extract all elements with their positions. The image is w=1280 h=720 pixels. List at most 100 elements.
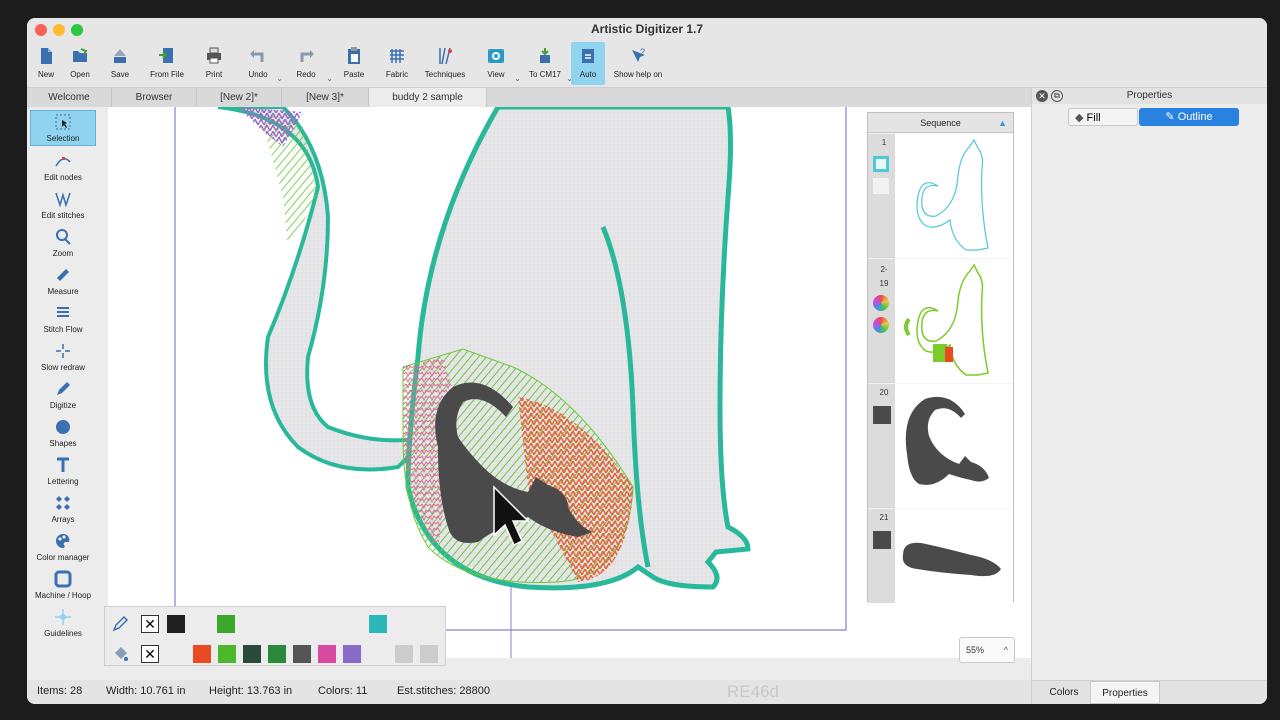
- new-file-icon: [41, 48, 52, 64]
- edit-stitches-tool[interactable]: Edit stitches: [30, 186, 96, 222]
- sequence-header: Sequence ▲: [868, 113, 1013, 133]
- undo-button[interactable]: Undo ⌄: [235, 42, 283, 85]
- zoom-tool[interactable]: Zoom: [30, 224, 96, 260]
- sequence-thumbnail-color: [904, 263, 989, 376]
- zoom-window-button[interactable]: [71, 24, 83, 36]
- paste-icon: [348, 47, 360, 64]
- watermark-text: RE46d: [727, 682, 779, 701]
- color-chip[interactable]: [873, 178, 889, 194]
- svg-text:?: ?: [640, 47, 645, 57]
- fill-color-swatch[interactable]: [318, 645, 336, 663]
- tab-welcome[interactable]: Welcome: [27, 88, 112, 107]
- color-chip[interactable]: [873, 406, 891, 424]
- close-window-button[interactable]: [35, 24, 47, 36]
- slow-redraw-tool[interactable]: Slow redraw: [30, 338, 96, 374]
- slow-redraw-icon: [56, 344, 70, 358]
- fabric-icon: [390, 49, 404, 63]
- color-manager-tool[interactable]: Color manager: [30, 528, 96, 564]
- collapse-triangle-icon[interactable]: ▲: [998, 113, 1007, 133]
- tab-properties[interactable]: Properties: [1090, 681, 1160, 704]
- new-button[interactable]: New: [31, 42, 61, 85]
- app-window: Artistic Digitizer 1.7 New Open Save Fro…: [27, 18, 1267, 704]
- edit-nodes-tool[interactable]: Edit nodes: [30, 148, 96, 184]
- techniques-button[interactable]: Techniques: [417, 42, 473, 85]
- sequence-item[interactable]: 1: [868, 134, 1013, 258]
- redo-button[interactable]: Redo ⌄: [281, 42, 333, 85]
- machine-hoop-tool[interactable]: Machine / Hoop: [30, 566, 96, 602]
- selection-icon: [55, 114, 71, 130]
- tab-buddy-2-sample[interactable]: buddy 2 sample: [369, 88, 487, 107]
- tab-new-3[interactable]: [New 3]*: [282, 88, 369, 107]
- shapes-tool[interactable]: Shapes: [30, 414, 96, 450]
- zoom-level-control[interactable]: 55% ^: [959, 637, 1015, 663]
- view-eye-icon: [488, 49, 504, 63]
- main-toolbar: New Open Save From File Print Undo ⌄ Red…: [27, 42, 1267, 88]
- edit-nodes-icon: [55, 157, 71, 167]
- paste-button[interactable]: Paste: [331, 42, 377, 85]
- stitch-flow-tool[interactable]: Stitch Flow: [30, 300, 96, 336]
- from-file-icon: [159, 48, 173, 63]
- detach-panel-icon[interactable]: ⧉: [1051, 90, 1063, 102]
- digitize-icon: [57, 382, 70, 395]
- fill-color-swatch[interactable]: [343, 645, 361, 663]
- multi-color-chip-icon[interactable]: [873, 295, 889, 311]
- fill-color-swatch[interactable]: [293, 645, 311, 663]
- shapes-icon: [56, 420, 70, 434]
- fill-color-swatch[interactable]: [243, 645, 261, 663]
- outline-toggle-button[interactable]: ✎ Outline: [1139, 108, 1239, 126]
- title-bar: Artistic Digitizer 1.7: [27, 18, 1267, 42]
- view-button[interactable]: View ⌄: [473, 42, 521, 85]
- selection-tool[interactable]: Selection: [30, 110, 96, 146]
- to-cm17-button[interactable]: To CM17 ⌄: [519, 42, 573, 85]
- no-fill-swatch[interactable]: ✕: [141, 645, 159, 663]
- fill-color-swatch[interactable]: [395, 645, 413, 663]
- fill-color-swatch[interactable]: [218, 645, 236, 663]
- open-folder-icon: [73, 48, 88, 62]
- print-button[interactable]: Print: [193, 42, 235, 85]
- sequence-item[interactable]: 2- 19: [868, 259, 1013, 383]
- status-bar: Items: 28 Width: 10.761 in Height: 13.76…: [27, 680, 1031, 704]
- window-title: Artistic Digitizer 1.7: [590, 22, 704, 36]
- outline-color-swatch[interactable]: [369, 615, 387, 633]
- measure-tool[interactable]: Measure: [30, 262, 96, 298]
- sequence-item[interactable]: 21: [868, 509, 1013, 603]
- stitch-flow-icon: [57, 307, 69, 317]
- arrays-icon: [56, 496, 70, 510]
- no-outline-swatch[interactable]: ✕: [141, 615, 159, 633]
- fill-color-swatch[interactable]: [268, 645, 286, 663]
- fill-toggle-button[interactable]: ◆ Fill: [1068, 108, 1138, 126]
- arrays-tool[interactable]: Arrays: [30, 490, 96, 526]
- color-chip[interactable]: [873, 156, 889, 172]
- tab-browser[interactable]: Browser: [112, 88, 197, 107]
- from-file-button[interactable]: From File: [141, 42, 193, 85]
- cat-tail[interactable]: [217, 107, 435, 472]
- multi-color-chip-icon[interactable]: [873, 317, 889, 333]
- zoom-chevron-up-icon[interactable]: ^: [1004, 638, 1008, 662]
- digitize-tool[interactable]: Digitize: [30, 376, 96, 412]
- show-help-on-button[interactable]: ? Show help on: [605, 42, 671, 85]
- edit-stitches-icon: [55, 192, 71, 208]
- minimize-window-button[interactable]: [53, 24, 65, 36]
- fill-color-swatch[interactable]: [193, 645, 211, 663]
- close-panel-icon[interactable]: ✕: [1036, 90, 1048, 102]
- auto-button[interactable]: Auto: [571, 42, 605, 85]
- open-button[interactable]: Open: [61, 42, 99, 85]
- sequence-panel: Sequence ▲ 1 2- 19 20 21: [867, 112, 1014, 603]
- panel-footer-tabs: Colors Properties: [1032, 680, 1267, 704]
- status-stitches: Est.stitches: 28800: [397, 685, 490, 697]
- tab-new-2[interactable]: [New 2]*: [197, 88, 282, 107]
- outline-color-swatch[interactable]: [217, 615, 235, 633]
- tab-colors[interactable]: Colors: [1038, 681, 1090, 704]
- fill-color-swatch[interactable]: [420, 645, 438, 663]
- save-button[interactable]: Save: [99, 42, 141, 85]
- status-width: Width: 10.761 in: [106, 685, 186, 697]
- fabric-button[interactable]: Fabric: [377, 42, 417, 85]
- guidelines-tool[interactable]: Guidelines: [30, 604, 96, 640]
- sequence-item[interactable]: 20: [868, 384, 1013, 508]
- color-chip[interactable]: [873, 531, 891, 549]
- left-tool-panel: Selection Edit nodes Edit stitches Zoom …: [27, 110, 99, 650]
- lettering-tool[interactable]: Lettering: [30, 452, 96, 488]
- outline-color-swatch[interactable]: [167, 615, 185, 633]
- save-icon: [114, 49, 126, 63]
- auto-icon: [582, 49, 594, 63]
